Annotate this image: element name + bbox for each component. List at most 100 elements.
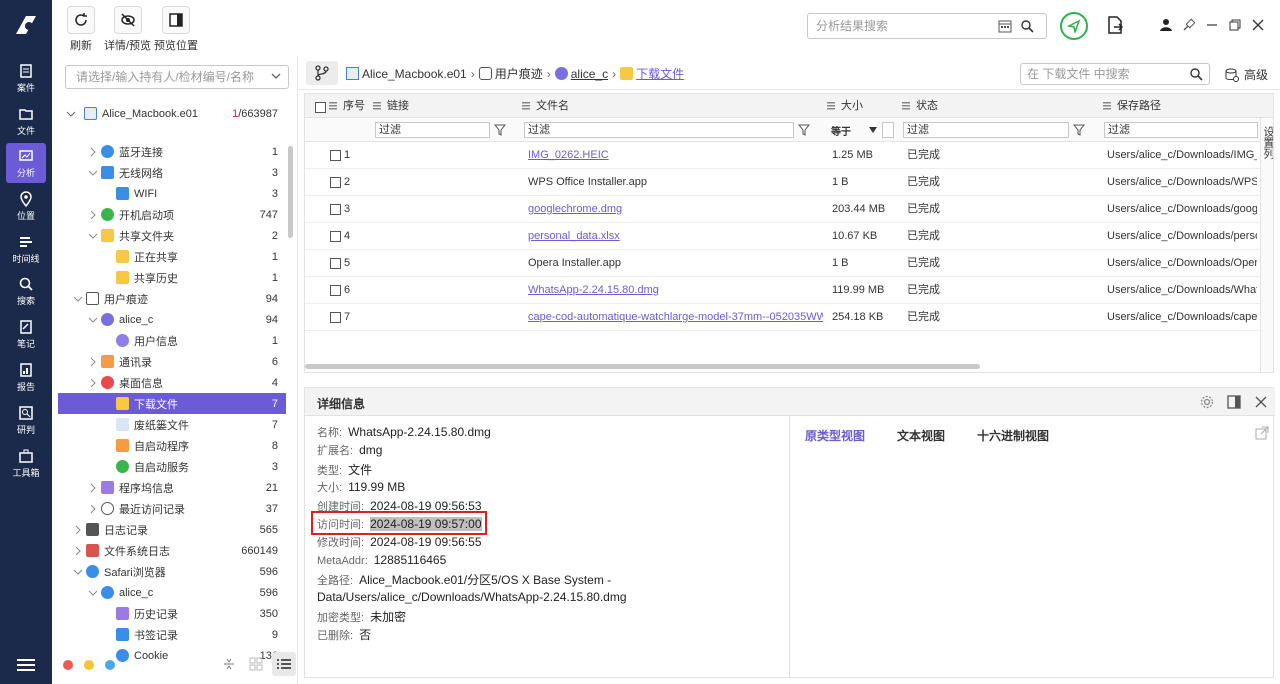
- yellow-dot-icon[interactable]: [84, 660, 94, 670]
- chevron-right-icon[interactable]: [88, 378, 98, 388]
- chevron-down-icon[interactable]: [73, 567, 83, 577]
- tree-item[interactable]: 自启动程序 8: [58, 435, 286, 456]
- nav-analysis[interactable]: 分析: [6, 143, 46, 183]
- list-view-button[interactable]: [272, 652, 296, 676]
- chevron-down-icon[interactable]: [88, 588, 98, 598]
- header-save-path[interactable]: 保存路径: [1103, 94, 1161, 118]
- tab-raw-view[interactable]: 原类型视图: [805, 427, 865, 444]
- tree-item[interactable]: 最近访问记录 37: [58, 498, 286, 519]
- nav-timeline[interactable]: 时间线: [6, 229, 46, 269]
- filename-filter-input[interactable]: 过滤: [524, 122, 794, 138]
- gear-icon[interactable]: [1199, 394, 1215, 410]
- cell-filename[interactable]: cape-cod-automatique-watchlarge-model-37…: [528, 304, 823, 331]
- tree-item[interactable]: 下载文件 7: [58, 393, 286, 414]
- tree-item[interactable]: 日志记录 565: [58, 519, 286, 540]
- chevron-right-icon[interactable]: [73, 525, 83, 535]
- chevron-down-icon[interactable]: [73, 294, 83, 304]
- tree-item[interactable]: 废纸篓文件 7: [58, 414, 286, 435]
- breadcrumb-item-user-trace[interactable]: 用户痕迹: [495, 65, 543, 82]
- user-icon[interactable]: [1159, 18, 1173, 32]
- tree-item[interactable]: 桌面信息 4: [58, 372, 286, 393]
- tree-item[interactable]: 文件系统日志 660149: [58, 540, 286, 561]
- tree-root[interactable]: Alice_Macbook.e01 1/663987: [58, 103, 286, 124]
- hamburger-menu-icon[interactable]: [17, 658, 35, 672]
- row-checkbox[interactable]: [330, 285, 341, 296]
- table-row[interactable]: 6 WhatsApp-2.24.15.80.dmg 119.99 MB 已完成 User…: [305, 277, 1260, 304]
- link-filter-input[interactable]: 过滤: [375, 122, 490, 138]
- size-operator-select[interactable]: 等于: [831, 123, 851, 138]
- filter-icon[interactable]: [494, 124, 506, 136]
- row-checkbox[interactable]: [330, 231, 341, 242]
- preview-position-button[interactable]: 预览位置: [154, 6, 198, 53]
- calendar-icon[interactable]: [998, 19, 1012, 33]
- tree-item[interactable]: 书签记录 9: [58, 624, 286, 645]
- table-row[interactable]: 3 googlechrome.dmg 203.44 MB 已完成 Users/alice…: [305, 196, 1260, 223]
- tab-text-view[interactable]: 文本视图: [897, 427, 945, 444]
- table-row[interactable]: 1 IMG_0262.HEIC 1.25 MB 已完成 Users/alice_c/Do…: [305, 142, 1260, 169]
- open-external-icon[interactable]: [1255, 426, 1269, 440]
- table-row[interactable]: 4 personal_data.xlsx 10.67 KB 已完成 Users/alic…: [305, 223, 1260, 250]
- nav-case[interactable]: 案件: [6, 58, 46, 98]
- refresh-button[interactable]: 刷新: [67, 6, 95, 53]
- tree-item[interactable]: 无线网络 3: [58, 162, 286, 183]
- chevron-right-icon[interactable]: [88, 210, 98, 220]
- cell-filename[interactable]: googlechrome.dmg: [528, 196, 823, 223]
- chevron-right-icon[interactable]: [88, 357, 98, 367]
- tree-item[interactable]: 正在共享 1: [58, 246, 286, 267]
- table-row[interactable]: 5 Opera Installer.app 1 B 已完成 Users/alice_c/…: [305, 250, 1260, 277]
- evidence-selector-input[interactable]: 请选择/输入持有人/检材编号/名称: [65, 65, 289, 89]
- chevron-down-icon[interactable]: [88, 315, 98, 325]
- branch-button[interactable]: [306, 61, 338, 85]
- tab-hex-view[interactable]: 十六进制视图: [977, 427, 1049, 444]
- tree-item[interactable]: 共享文件夹 2: [58, 225, 286, 246]
- tree-item[interactable]: Safari浏览器 596: [58, 561, 286, 582]
- tree-item[interactable]: 用户信息 1: [58, 330, 286, 351]
- blue-dot-icon[interactable]: [105, 660, 115, 670]
- path-filter-input[interactable]: 过滤: [1104, 122, 1258, 138]
- pin-icon[interactable]: [1182, 18, 1196, 32]
- chevron-right-icon[interactable]: [73, 546, 83, 556]
- nav-location[interactable]: 位置: [6, 186, 46, 226]
- header-status[interactable]: 状态: [902, 94, 938, 118]
- tree-item[interactable]: 用户痕迹 94: [58, 288, 286, 309]
- row-checkbox[interactable]: [330, 204, 341, 215]
- breadcrumb-item-downloads[interactable]: 下载文件: [636, 65, 684, 82]
- header-seq[interactable]: 序号: [329, 94, 365, 118]
- cell-filename[interactable]: personal_data.xlsx: [528, 223, 823, 250]
- tree-item[interactable]: alice_c 94: [58, 309, 286, 330]
- cell-filename[interactable]: WhatsApp-2.24.15.80.dmg: [528, 277, 823, 304]
- table-row[interactable]: 2 WPS Office Installer.app 1 B 已完成 Users/ali…: [305, 169, 1260, 196]
- chevron-down-icon[interactable]: [88, 231, 98, 241]
- breadcrumb-item-evidence[interactable]: Alice_Macbook.e01: [362, 67, 467, 81]
- column-settings-tab[interactable]: 设置列: [1260, 118, 1273, 372]
- chevron-right-icon[interactable]: [88, 483, 98, 493]
- tree-item[interactable]: 通讯录 6: [58, 351, 286, 372]
- nav-toolbox[interactable]: 工具箱: [6, 443, 46, 483]
- advanced-search-button[interactable]: 高级: [1224, 66, 1268, 83]
- restore-icon[interactable]: [1228, 18, 1242, 32]
- status-filter-input[interactable]: 过滤: [903, 122, 1069, 138]
- search-icon[interactable]: [1189, 67, 1203, 81]
- select-all-checkbox[interactable]: [315, 102, 326, 113]
- tree-scrollbar[interactable]: [288, 146, 293, 238]
- chevron-down-icon[interactable]: [88, 168, 98, 178]
- row-checkbox[interactable]: [330, 258, 341, 269]
- chevron-right-icon[interactable]: [88, 147, 98, 157]
- tree-item[interactable]: 历史记录 350: [58, 603, 286, 624]
- row-checkbox[interactable]: [330, 177, 341, 188]
- tree-item[interactable]: 开机启动项 747: [58, 204, 286, 225]
- size-filter-input[interactable]: [882, 122, 894, 138]
- header-size[interactable]: 大小: [827, 94, 863, 118]
- table-row[interactable]: 7 cape-cod-automatique-watchlarge-model-3…: [305, 304, 1260, 331]
- breadcrumb-item-user[interactable]: alice_c: [571, 67, 608, 81]
- close-icon[interactable]: [1251, 18, 1265, 32]
- tree-item[interactable]: alice_c 596: [58, 582, 286, 603]
- analysis-search-input[interactable]: 分析结果搜索: [807, 13, 1047, 39]
- dropdown-arrow-icon[interactable]: [869, 127, 877, 133]
- grid-search-input[interactable]: 在 下载文件 中搜索: [1020, 63, 1210, 85]
- row-checkbox[interactable]: [330, 150, 341, 161]
- grid-view-icon[interactable]: [249, 657, 263, 671]
- locate-button[interactable]: [1060, 12, 1088, 40]
- minimize-icon[interactable]: [1205, 18, 1219, 32]
- nav-file[interactable]: 文件: [6, 101, 46, 141]
